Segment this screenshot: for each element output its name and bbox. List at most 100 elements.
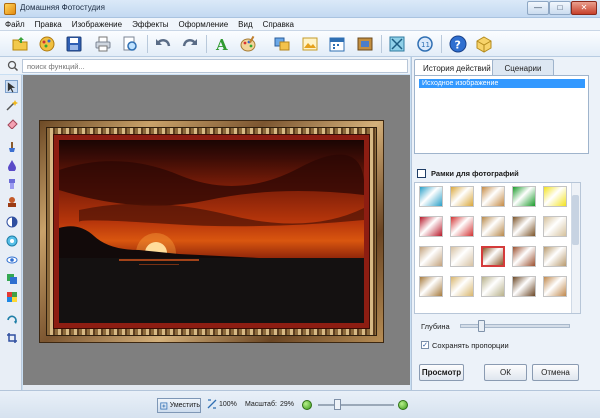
preview-icon[interactable] <box>120 34 140 54</box>
frame-thumbnail[interactable] <box>543 186 567 207</box>
frame-thumbnail[interactable] <box>481 186 505 207</box>
text-icon[interactable]: A <box>212 34 232 54</box>
zoom-slider[interactable] <box>318 404 394 406</box>
print-icon[interactable] <box>93 34 113 54</box>
frame-thumbnail[interactable] <box>419 186 443 207</box>
frame-icon[interactable] <box>355 34 375 54</box>
gallery-icon[interactable] <box>37 34 57 54</box>
actual-size-icon <box>207 399 217 409</box>
open-folder-icon[interactable] <box>10 34 30 54</box>
fit-icon <box>160 402 168 409</box>
toolbar-separator <box>381 35 382 53</box>
window-title: Домашняя Фотостудия <box>20 3 105 12</box>
frame-thumbnail[interactable] <box>512 246 536 267</box>
redo-icon[interactable] <box>180 34 200 54</box>
zoom-out-button[interactable] <box>302 400 312 410</box>
menu-bar: Файл Правка Изображение Эффекты Оформлен… <box>0 18 600 31</box>
crop-icon[interactable] <box>387 34 407 54</box>
depth-slider[interactable] <box>460 324 570 328</box>
toolbar-separator <box>147 35 148 53</box>
app-icon <box>4 3 16 15</box>
preview-button[interactable]: Просмотр <box>419 364 464 381</box>
cursor-icon[interactable] <box>5 80 18 93</box>
undo-icon[interactable] <box>153 34 173 54</box>
svg-text:A: A <box>215 36 228 53</box>
zoom-value: 29% <box>280 401 295 408</box>
help-icon[interactable]: ? <box>448 34 468 54</box>
depth-label: Глубина <box>421 322 450 331</box>
menu-help[interactable]: Справка <box>258 18 299 30</box>
fit-label: Уместить <box>169 402 200 409</box>
red-eye-icon[interactable] <box>5 253 18 266</box>
frame-thumbnail[interactable] <box>419 246 443 267</box>
cancel-button[interactable]: Отмена <box>532 364 579 381</box>
frame-thumbnail[interactable] <box>481 276 505 297</box>
layers-icon[interactable] <box>5 272 18 285</box>
close-button[interactable]: ✕ <box>571 1 597 15</box>
svg-text:11: 11 <box>421 41 430 49</box>
frame-thumbnail[interactable] <box>512 186 536 207</box>
frame-thumbnail[interactable] <box>419 216 443 237</box>
frames-scroll-thumb[interactable] <box>572 195 579 245</box>
actual-size-label: 100% <box>219 400 237 408</box>
frame-thumbnail[interactable] <box>450 216 474 237</box>
frame-thumbnail[interactable] <box>543 216 567 237</box>
save-icon[interactable] <box>64 34 84 54</box>
tab-history[interactable]: История действий <box>414 59 500 75</box>
crop-tool-icon[interactable] <box>5 331 18 344</box>
menu-design[interactable]: Оформление <box>173 18 233 30</box>
dodge-icon[interactable] <box>5 177 18 190</box>
search-input[interactable] <box>22 59 408 73</box>
fit-button[interactable]: Уместить <box>157 398 201 413</box>
menu-edit[interactable]: Правка <box>30 18 67 30</box>
mixer-icon[interactable] <box>5 290 18 303</box>
frame-thumbnail[interactable] <box>512 276 536 297</box>
frames-title: Рамки для фотографий <box>431 169 519 178</box>
ok-button[interactable]: ОК <box>484 364 527 381</box>
menu-effects[interactable]: Эффекты <box>127 18 173 30</box>
zoom-slider-knob[interactable] <box>334 399 341 410</box>
frame-thumbnail[interactable] <box>450 186 474 207</box>
frame-thumbnail[interactable] <box>481 216 505 237</box>
contrast-icon[interactable] <box>5 215 18 228</box>
stamp-icon[interactable] <box>5 195 18 208</box>
history-item[interactable]: Исходное изображение <box>419 79 585 88</box>
frame-thumbnail[interactable] <box>543 246 567 267</box>
maximize-button[interactable]: □ <box>549 1 571 15</box>
menu-view[interactable]: Вид <box>233 18 257 30</box>
frame-thumbnail[interactable] <box>419 276 443 297</box>
toolbar-separator <box>441 35 442 53</box>
keep-proportions-checkbox[interactable]: ✓ <box>421 341 429 349</box>
svg-text:?: ? <box>455 39 461 52</box>
frame-thumbnail[interactable] <box>543 276 567 297</box>
brush-icon[interactable] <box>5 140 18 153</box>
panel-icon <box>417 169 426 178</box>
actual-size-button[interactable]: 100% <box>207 399 237 409</box>
menu-image[interactable]: Изображение <box>67 18 127 30</box>
frame-thumbnail[interactable] <box>450 276 474 297</box>
box-icon[interactable] <box>474 34 494 54</box>
sunset-photo <box>59 140 364 323</box>
zoom-in-button[interactable] <box>398 400 408 410</box>
zoom-label: Масштаб: <box>245 401 277 408</box>
eraser-icon[interactable] <box>5 116 18 129</box>
palette-icon[interactable] <box>238 34 258 54</box>
search-icon <box>7 60 19 72</box>
toolbar-separator <box>206 35 207 53</box>
frame-thumbnail[interactable] <box>512 216 536 237</box>
menu-file[interactable]: Файл <box>0 18 30 30</box>
frame-thumbnail[interactable] <box>481 246 505 267</box>
depth-slider-knob[interactable] <box>478 320 485 332</box>
drop-icon[interactable] <box>5 158 18 171</box>
calendar-icon[interactable] <box>327 34 347 54</box>
magic-wand-icon[interactable] <box>5 98 18 111</box>
status-bar <box>0 390 600 418</box>
screen-icon[interactable]: 11 <box>415 34 435 54</box>
rotate-icon[interactable] <box>5 313 18 326</box>
color-icon[interactable] <box>5 234 18 247</box>
collage-icon[interactable] <box>272 34 292 54</box>
postcard-icon[interactable] <box>300 34 320 54</box>
minimize-button[interactable]: — <box>527 1 549 15</box>
tab-scenarios[interactable]: Сценарии <box>492 59 554 75</box>
frame-thumbnail[interactable] <box>450 246 474 267</box>
